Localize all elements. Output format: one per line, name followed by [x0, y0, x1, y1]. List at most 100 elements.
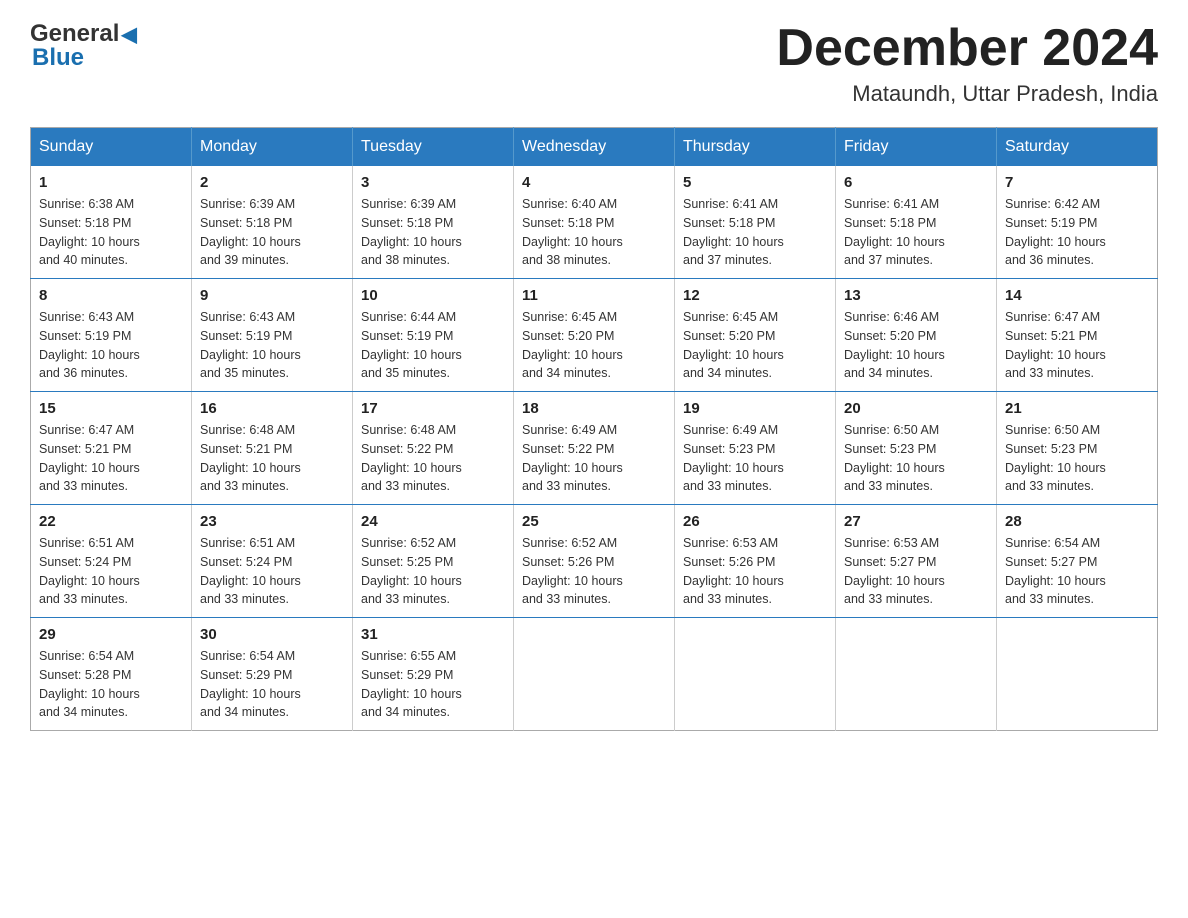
calendar-table: SundayMondayTuesdayWednesdayThursdayFrid…: [30, 127, 1158, 731]
day-number: 11: [522, 287, 666, 304]
day-number: 22: [39, 513, 183, 530]
day-number: 30: [200, 626, 344, 643]
day-number: 5: [683, 174, 827, 191]
calendar-cell: 20 Sunrise: 6:50 AM Sunset: 5:23 PM Dayl…: [836, 392, 997, 505]
calendar-cell: 30 Sunrise: 6:54 AM Sunset: 5:29 PM Dayl…: [192, 618, 353, 731]
col-header-saturday: Saturday: [997, 128, 1158, 167]
day-number: 10: [361, 287, 505, 304]
calendar-cell: 23 Sunrise: 6:51 AM Sunset: 5:24 PM Dayl…: [192, 505, 353, 618]
day-number: 4: [522, 174, 666, 191]
calendar-cell: 17 Sunrise: 6:48 AM Sunset: 5:22 PM Dayl…: [353, 392, 514, 505]
day-info: Sunrise: 6:55 AM Sunset: 5:29 PM Dayligh…: [361, 647, 505, 722]
day-info: Sunrise: 6:46 AM Sunset: 5:20 PM Dayligh…: [844, 308, 988, 383]
day-info: Sunrise: 6:43 AM Sunset: 5:19 PM Dayligh…: [200, 308, 344, 383]
calendar-cell: [836, 618, 997, 731]
day-info: Sunrise: 6:48 AM Sunset: 5:21 PM Dayligh…: [200, 421, 344, 496]
calendar-cell: 24 Sunrise: 6:52 AM Sunset: 5:25 PM Dayl…: [353, 505, 514, 618]
location-title: Mataundh, Uttar Pradesh, India: [776, 81, 1158, 107]
calendar-cell: 29 Sunrise: 6:54 AM Sunset: 5:28 PM Dayl…: [31, 618, 192, 731]
calendar-cell: 26 Sunrise: 6:53 AM Sunset: 5:26 PM Dayl…: [675, 505, 836, 618]
day-number: 12: [683, 287, 827, 304]
page-header: General◀ Blue December 2024 Mataundh, Ut…: [30, 20, 1158, 107]
logo-blue-text: Blue: [30, 44, 137, 72]
day-info: Sunrise: 6:44 AM Sunset: 5:19 PM Dayligh…: [361, 308, 505, 383]
title-section: December 2024 Mataundh, Uttar Pradesh, I…: [776, 20, 1158, 107]
calendar-cell: 15 Sunrise: 6:47 AM Sunset: 5:21 PM Dayl…: [31, 392, 192, 505]
calendar-week-row: 29 Sunrise: 6:54 AM Sunset: 5:28 PM Dayl…: [31, 618, 1158, 731]
calendar-cell: 27 Sunrise: 6:53 AM Sunset: 5:27 PM Dayl…: [836, 505, 997, 618]
day-info: Sunrise: 6:45 AM Sunset: 5:20 PM Dayligh…: [683, 308, 827, 383]
calendar-cell: 8 Sunrise: 6:43 AM Sunset: 5:19 PM Dayli…: [31, 279, 192, 392]
calendar-cell: 19 Sunrise: 6:49 AM Sunset: 5:23 PM Dayl…: [675, 392, 836, 505]
calendar-cell: 28 Sunrise: 6:54 AM Sunset: 5:27 PM Dayl…: [997, 505, 1158, 618]
col-header-sunday: Sunday: [31, 128, 192, 167]
day-number: 28: [1005, 513, 1149, 530]
day-info: Sunrise: 6:45 AM Sunset: 5:20 PM Dayligh…: [522, 308, 666, 383]
day-number: 27: [844, 513, 988, 530]
col-header-wednesday: Wednesday: [514, 128, 675, 167]
day-number: 31: [361, 626, 505, 643]
day-info: Sunrise: 6:50 AM Sunset: 5:23 PM Dayligh…: [844, 421, 988, 496]
calendar-cell: 13 Sunrise: 6:46 AM Sunset: 5:20 PM Dayl…: [836, 279, 997, 392]
day-info: Sunrise: 6:51 AM Sunset: 5:24 PM Dayligh…: [200, 534, 344, 609]
calendar-week-row: 22 Sunrise: 6:51 AM Sunset: 5:24 PM Dayl…: [31, 505, 1158, 618]
month-title: December 2024: [776, 20, 1158, 77]
day-number: 9: [200, 287, 344, 304]
day-info: Sunrise: 6:43 AM Sunset: 5:19 PM Dayligh…: [39, 308, 183, 383]
calendar-cell: 4 Sunrise: 6:40 AM Sunset: 5:18 PM Dayli…: [514, 166, 675, 279]
day-number: 2: [200, 174, 344, 191]
day-info: Sunrise: 6:48 AM Sunset: 5:22 PM Dayligh…: [361, 421, 505, 496]
calendar-cell: 2 Sunrise: 6:39 AM Sunset: 5:18 PM Dayli…: [192, 166, 353, 279]
day-number: 21: [1005, 400, 1149, 417]
col-header-monday: Monday: [192, 128, 353, 167]
calendar-cell: 12 Sunrise: 6:45 AM Sunset: 5:20 PM Dayl…: [675, 279, 836, 392]
calendar-cell: 3 Sunrise: 6:39 AM Sunset: 5:18 PM Dayli…: [353, 166, 514, 279]
calendar-cell: 14 Sunrise: 6:47 AM Sunset: 5:21 PM Dayl…: [997, 279, 1158, 392]
calendar-cell: [514, 618, 675, 731]
calendar-cell: 11 Sunrise: 6:45 AM Sunset: 5:20 PM Dayl…: [514, 279, 675, 392]
calendar-cell: 31 Sunrise: 6:55 AM Sunset: 5:29 PM Dayl…: [353, 618, 514, 731]
day-info: Sunrise: 6:41 AM Sunset: 5:18 PM Dayligh…: [683, 195, 827, 270]
day-number: 7: [1005, 174, 1149, 191]
day-info: Sunrise: 6:52 AM Sunset: 5:25 PM Dayligh…: [361, 534, 505, 609]
day-info: Sunrise: 6:47 AM Sunset: 5:21 PM Dayligh…: [1005, 308, 1149, 383]
day-number: 26: [683, 513, 827, 530]
calendar-cell: 5 Sunrise: 6:41 AM Sunset: 5:18 PM Dayli…: [675, 166, 836, 279]
calendar-week-row: 8 Sunrise: 6:43 AM Sunset: 5:19 PM Dayli…: [31, 279, 1158, 392]
day-info: Sunrise: 6:47 AM Sunset: 5:21 PM Dayligh…: [39, 421, 183, 496]
day-info: Sunrise: 6:51 AM Sunset: 5:24 PM Dayligh…: [39, 534, 183, 609]
calendar-cell: 7 Sunrise: 6:42 AM Sunset: 5:19 PM Dayli…: [997, 166, 1158, 279]
day-number: 18: [522, 400, 666, 417]
calendar-cell: 25 Sunrise: 6:52 AM Sunset: 5:26 PM Dayl…: [514, 505, 675, 618]
day-info: Sunrise: 6:39 AM Sunset: 5:18 PM Dayligh…: [200, 195, 344, 270]
calendar-cell: 1 Sunrise: 6:38 AM Sunset: 5:18 PM Dayli…: [31, 166, 192, 279]
day-info: Sunrise: 6:53 AM Sunset: 5:27 PM Dayligh…: [844, 534, 988, 609]
calendar-cell: 16 Sunrise: 6:48 AM Sunset: 5:21 PM Dayl…: [192, 392, 353, 505]
day-info: Sunrise: 6:50 AM Sunset: 5:23 PM Dayligh…: [1005, 421, 1149, 496]
day-number: 17: [361, 400, 505, 417]
col-header-friday: Friday: [836, 128, 997, 167]
day-number: 16: [200, 400, 344, 417]
day-info: Sunrise: 6:40 AM Sunset: 5:18 PM Dayligh…: [522, 195, 666, 270]
calendar-cell: 18 Sunrise: 6:49 AM Sunset: 5:22 PM Dayl…: [514, 392, 675, 505]
day-info: Sunrise: 6:54 AM Sunset: 5:29 PM Dayligh…: [200, 647, 344, 722]
day-number: 25: [522, 513, 666, 530]
day-number: 29: [39, 626, 183, 643]
calendar-cell: 22 Sunrise: 6:51 AM Sunset: 5:24 PM Dayl…: [31, 505, 192, 618]
calendar-week-row: 1 Sunrise: 6:38 AM Sunset: 5:18 PM Dayli…: [31, 166, 1158, 279]
day-info: Sunrise: 6:54 AM Sunset: 5:28 PM Dayligh…: [39, 647, 183, 722]
day-info: Sunrise: 6:38 AM Sunset: 5:18 PM Dayligh…: [39, 195, 183, 270]
day-number: 8: [39, 287, 183, 304]
calendar-cell: 10 Sunrise: 6:44 AM Sunset: 5:19 PM Dayl…: [353, 279, 514, 392]
day-info: Sunrise: 6:49 AM Sunset: 5:22 PM Dayligh…: [522, 421, 666, 496]
logo: General◀ Blue: [30, 20, 137, 72]
day-info: Sunrise: 6:39 AM Sunset: 5:18 PM Dayligh…: [361, 195, 505, 270]
day-number: 24: [361, 513, 505, 530]
calendar-cell: 21 Sunrise: 6:50 AM Sunset: 5:23 PM Dayl…: [997, 392, 1158, 505]
day-info: Sunrise: 6:41 AM Sunset: 5:18 PM Dayligh…: [844, 195, 988, 270]
day-info: Sunrise: 6:42 AM Sunset: 5:19 PM Dayligh…: [1005, 195, 1149, 270]
calendar-header-row: SundayMondayTuesdayWednesdayThursdayFrid…: [31, 128, 1158, 167]
day-number: 23: [200, 513, 344, 530]
day-info: Sunrise: 6:54 AM Sunset: 5:27 PM Dayligh…: [1005, 534, 1149, 609]
day-info: Sunrise: 6:52 AM Sunset: 5:26 PM Dayligh…: [522, 534, 666, 609]
